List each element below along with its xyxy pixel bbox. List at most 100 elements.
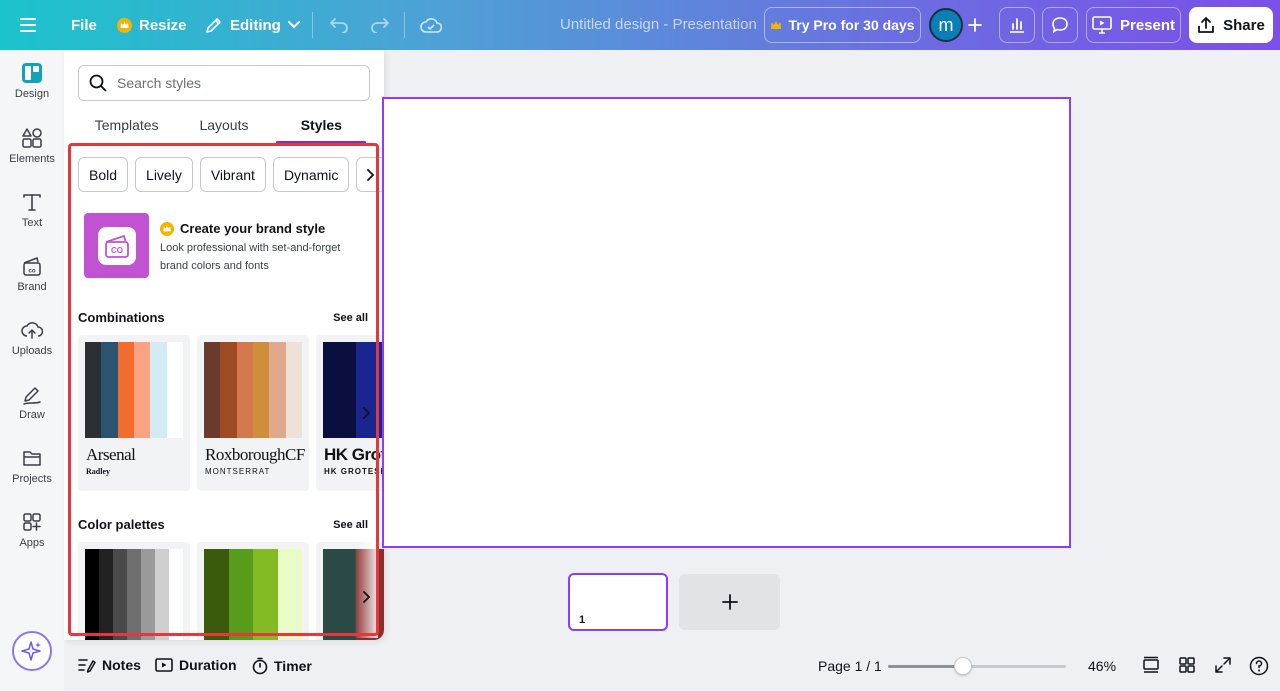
undo-icon xyxy=(329,17,349,33)
comment-icon xyxy=(1051,16,1069,34)
rail-item-label: Text xyxy=(21,217,43,229)
search-placeholder: Search styles xyxy=(117,75,202,91)
rail-item-label: Design xyxy=(14,88,50,100)
page-number: 1 xyxy=(579,614,586,626)
insights-button[interactable] xyxy=(999,7,1035,43)
crown-icon xyxy=(770,20,782,30)
left-rail: Design Elements Text co Brand Uploads Dr… xyxy=(0,50,64,691)
plus-icon xyxy=(721,594,738,610)
document-title[interactable]: Untitled design - Presentation xyxy=(560,16,757,33)
help-icon xyxy=(1249,656,1269,676)
rail-item-projects[interactable]: Projects xyxy=(0,447,64,485)
slide-canvas[interactable] xyxy=(382,97,1071,548)
resize-button[interactable]: Resize xyxy=(117,7,187,43)
timer-icon xyxy=(252,657,268,675)
toolbar-divider xyxy=(404,12,405,38)
search-input[interactable]: Search styles xyxy=(78,65,370,101)
tab-styles[interactable]: Styles xyxy=(276,112,367,144)
rail-item-brand[interactable]: co Brand xyxy=(0,255,64,293)
share-button[interactable]: Share xyxy=(1189,7,1273,43)
undo-button[interactable] xyxy=(329,7,349,43)
rail-item-label: Apps xyxy=(19,537,45,549)
svg-text:co: co xyxy=(28,269,35,275)
rail-item-label: Brand xyxy=(17,281,47,293)
duration-button[interactable]: Duration xyxy=(155,657,237,673)
cloud-check-icon xyxy=(420,17,442,33)
invite-button[interactable] xyxy=(958,8,992,42)
toolbar-divider xyxy=(312,12,313,38)
add-page-button[interactable] xyxy=(679,574,780,630)
rail-item-label: Draw xyxy=(19,409,45,421)
rail-item-apps[interactable]: Apps xyxy=(0,511,64,549)
plus-icon xyxy=(968,18,982,32)
projects-icon xyxy=(21,447,43,469)
try-pro-button[interactable]: Try Pro for 30 days xyxy=(764,7,921,43)
notes-icon xyxy=(78,657,96,673)
editing-mode-button[interactable]: Editing xyxy=(205,7,300,43)
chevron-down-icon xyxy=(287,21,300,29)
notes-label: Notes xyxy=(102,657,141,673)
rail-item-label: Elements xyxy=(9,153,55,165)
save-status-button[interactable] xyxy=(420,7,442,43)
duration-label: Duration xyxy=(179,657,237,673)
rail-item-label: Uploads xyxy=(11,345,53,357)
comments-button[interactable] xyxy=(1042,7,1078,43)
redo-icon xyxy=(370,17,390,33)
top-bar: File Resize Editing Untitled design - Pr… xyxy=(0,0,1280,50)
share-label: Share xyxy=(1223,16,1265,34)
present-label: Present xyxy=(1119,16,1176,34)
apps-icon xyxy=(21,511,43,533)
menu-icon[interactable] xyxy=(20,7,46,43)
tab-templates[interactable]: Templates xyxy=(82,112,172,144)
page-indicator[interactable]: Page 1 / 1 xyxy=(818,658,882,674)
duration-icon xyxy=(155,657,173,673)
panel-tabs: Templates Layouts Styles xyxy=(78,112,370,144)
timer-button[interactable]: Timer xyxy=(252,657,312,675)
help-button[interactable] xyxy=(1249,656,1269,676)
zoom-slider-fill xyxy=(888,665,963,668)
styles-panel: Search styles Templates Layouts Styles B… xyxy=(64,50,384,640)
timer-label: Timer xyxy=(274,658,312,674)
zoom-slider[interactable] xyxy=(888,657,1066,675)
file-menu-button[interactable]: File xyxy=(71,7,97,43)
zoom-slider-handle[interactable] xyxy=(954,657,972,675)
elements-icon xyxy=(21,127,43,149)
search-icon xyxy=(89,74,107,92)
design-icon xyxy=(21,62,43,84)
crown-icon xyxy=(117,17,132,33)
brand-icon: co xyxy=(21,255,43,277)
expand-icon xyxy=(1214,656,1234,674)
rail-item-text[interactable]: Text xyxy=(0,191,64,229)
grid-view-icon xyxy=(1178,656,1198,674)
grid-view-button[interactable] xyxy=(1178,656,1198,676)
file-label: File xyxy=(71,16,97,34)
text-icon xyxy=(21,191,43,213)
page-thumbnail[interactable]: 1 xyxy=(568,573,668,631)
magic-assistant-button[interactable] xyxy=(12,631,52,671)
try-pro-label: Try Pro for 30 days xyxy=(788,17,915,33)
share-icon xyxy=(1197,16,1215,34)
redo-button[interactable] xyxy=(370,7,390,43)
pages-view-button[interactable] xyxy=(1142,656,1162,676)
tab-layouts[interactable]: Layouts xyxy=(179,112,269,144)
bottom-bar: Notes Duration Timer Page 1 / 1 46% xyxy=(64,647,1280,685)
present-button[interactable]: Present xyxy=(1086,7,1181,43)
editing-label: Editing xyxy=(230,16,281,34)
highlight-frame xyxy=(68,143,379,636)
pencil-icon xyxy=(205,16,223,34)
present-icon xyxy=(1092,16,1112,34)
resize-label: Resize xyxy=(139,16,187,34)
rail-item-label: Projects xyxy=(12,473,52,485)
uploads-icon xyxy=(21,319,43,341)
bar-chart-icon xyxy=(1008,16,1026,34)
sparkle-icon xyxy=(21,640,43,662)
rail-item-design[interactable]: Design xyxy=(0,62,64,100)
draw-icon xyxy=(21,383,43,405)
zoom-level[interactable]: 46% xyxy=(1088,658,1116,674)
notes-button[interactable]: Notes xyxy=(78,657,141,673)
pages-view-icon xyxy=(1142,656,1162,674)
fullscreen-button[interactable] xyxy=(1214,656,1234,676)
rail-item-elements[interactable]: Elements xyxy=(0,127,64,165)
rail-item-draw[interactable]: Draw xyxy=(0,383,64,421)
rail-item-uploads[interactable]: Uploads xyxy=(0,319,64,357)
